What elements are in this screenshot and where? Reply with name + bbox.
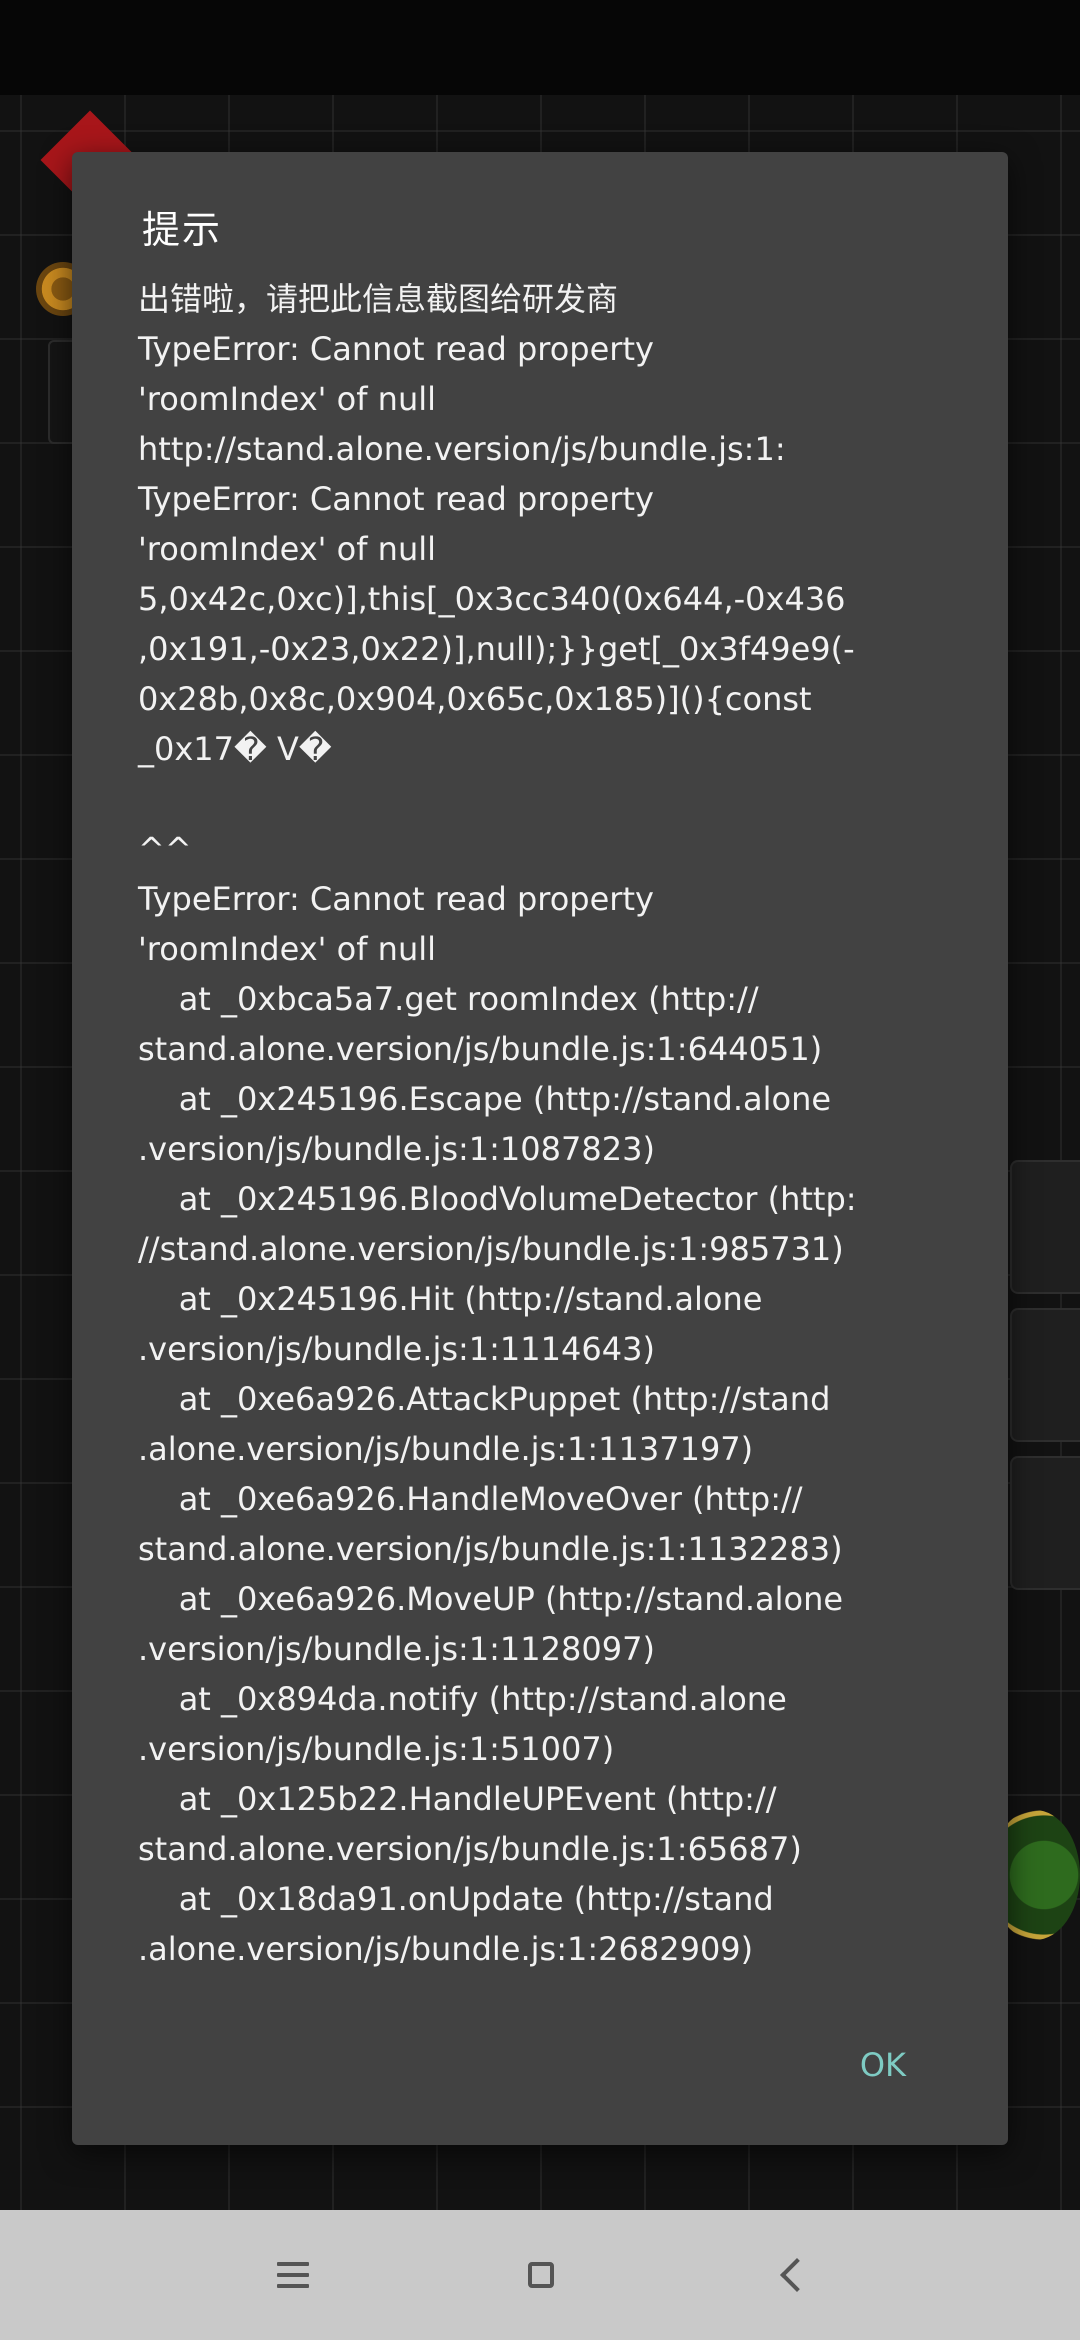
game-top-bar: [0, 0, 1080, 95]
side-panel: [1010, 1160, 1080, 1294]
square-home-icon: [528, 2262, 554, 2288]
right-side-panels: [1010, 1160, 1080, 1600]
side-panel: [1010, 1308, 1080, 1442]
error-message: 出错啦，请把此信息截图给研发商 TypeError: Cannot read p…: [138, 280, 857, 1968]
dialog-title: 提示: [142, 208, 223, 252]
home-button[interactable]: [511, 2245, 571, 2305]
back-button[interactable]: [762, 2245, 822, 2305]
navigation-bar: [0, 2210, 1080, 2340]
recent-apps-button[interactable]: [263, 2245, 323, 2305]
menu-icon: [277, 2262, 309, 2288]
side-panel: [1010, 1456, 1080, 1590]
back-chevron-icon: [780, 2258, 814, 2292]
error-dialog: 提示 出错啦，请把此信息截图给研发商 TypeError: Cannot rea…: [72, 152, 1008, 2145]
app-screen: 提示 出错啦，请把此信息截图给研发商 TypeError: Cannot rea…: [0, 0, 1080, 2340]
ok-button[interactable]: OK: [848, 2032, 918, 2098]
